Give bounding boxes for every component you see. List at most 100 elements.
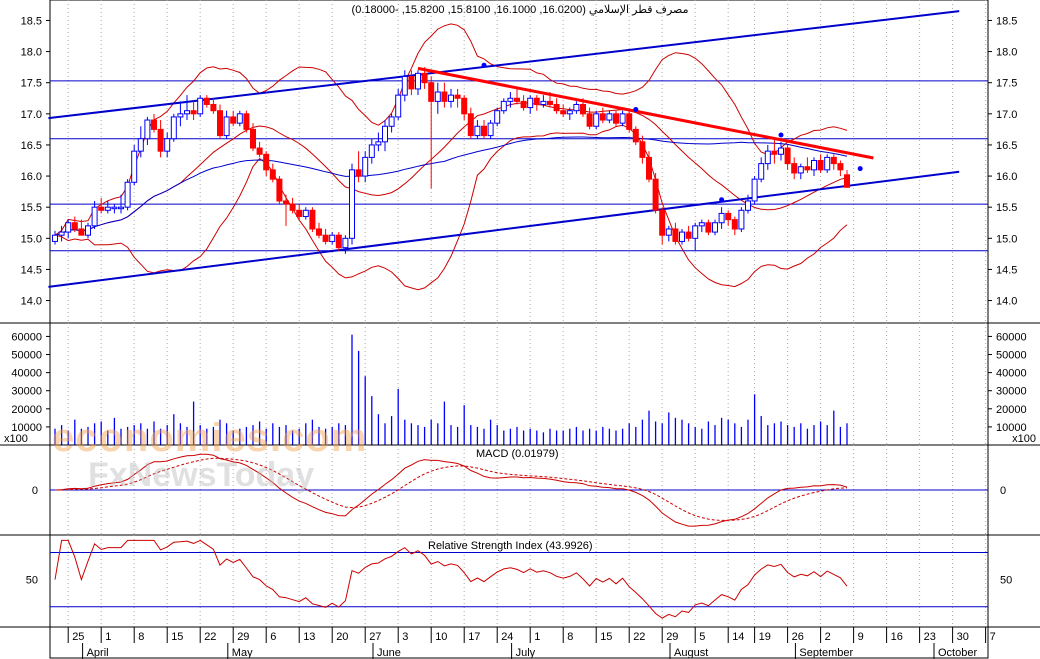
- candle-down: [586, 113, 593, 127]
- candle-up: [401, 75, 408, 96]
- candle-down: [408, 75, 415, 90]
- candle-up: [144, 119, 151, 140]
- candle-up: [375, 141, 382, 146]
- candle-up: [131, 150, 138, 183]
- candle-down: [626, 113, 633, 130]
- y-tick-label-right: 17.0: [996, 109, 1017, 121]
- candle-up: [118, 206, 124, 210]
- candle-down: [157, 128, 164, 152]
- candle-up: [573, 103, 580, 112]
- macd-tick-right: 0: [1000, 485, 1006, 497]
- candle-up: [606, 113, 613, 121]
- watermark-fxnewstoday: FxNewsToday: [88, 456, 315, 494]
- date-tick-label: 22: [633, 631, 645, 643]
- date-tick-label: 7: [990, 631, 996, 643]
- date-tick-label: 22: [204, 631, 216, 643]
- candle-down: [355, 169, 362, 177]
- date-tick-label: 23: [924, 631, 936, 643]
- candle-up: [302, 209, 309, 218]
- date-tick-label: 15: [171, 631, 183, 643]
- month-label: June: [377, 647, 401, 659]
- candle-down: [467, 113, 474, 137]
- candle-down: [533, 97, 540, 105]
- date-tick-label: 14: [732, 631, 744, 643]
- candle-up: [824, 156, 831, 171]
- candle-down: [263, 153, 270, 171]
- candle-down: [78, 228, 85, 236]
- y-tick-label-left: 17.5: [21, 78, 42, 90]
- candle-down: [580, 103, 586, 115]
- signal-marker: [778, 132, 784, 138]
- date-tick-label: 1: [534, 631, 540, 643]
- month-label: July: [516, 647, 536, 659]
- candle-down: [725, 212, 732, 221]
- y-tick-label-right: 16.5: [996, 140, 1017, 152]
- candle-up: [679, 231, 685, 242]
- month-label: September: [799, 647, 853, 659]
- volume-tick-label-left: 30000: [11, 386, 42, 398]
- candle-down: [296, 209, 303, 218]
- candle-down: [804, 166, 811, 171]
- candle-down: [771, 150, 778, 155]
- candle-down: [791, 163, 798, 174]
- macd-title: MACD (0.01979): [474, 448, 561, 460]
- y-tick-label-left: 16.0: [21, 171, 42, 183]
- candle-down: [276, 178, 283, 202]
- candle-down: [98, 206, 105, 211]
- candle-up: [111, 206, 118, 210]
- date-tick-label: 9: [858, 631, 864, 643]
- y-tick-label-right: 15.5: [996, 202, 1017, 214]
- candle-down: [454, 94, 461, 99]
- candle-down: [441, 91, 448, 102]
- candle-down: [243, 113, 250, 130]
- candle-up: [382, 125, 388, 143]
- date-tick-label: 2: [825, 631, 831, 643]
- candle-up: [223, 116, 230, 137]
- date-tick-label: 30: [957, 631, 969, 643]
- month-label: October: [938, 647, 977, 659]
- date-tick-label: 1: [105, 631, 111, 643]
- candle-up: [434, 91, 441, 102]
- candle-up: [698, 222, 705, 227]
- volume-tick-label-left: 50000: [11, 350, 42, 362]
- candle-down: [283, 200, 289, 205]
- volume-unit-label-left: x100: [4, 433, 28, 445]
- candle-up: [566, 110, 573, 115]
- candle-up: [91, 206, 98, 227]
- candle-up: [500, 100, 507, 112]
- candle-down: [309, 209, 316, 230]
- candle-up: [692, 225, 699, 239]
- candle-up: [738, 209, 745, 230]
- date-tick-label: 15: [600, 631, 612, 643]
- candle-down: [731, 219, 738, 230]
- candle-down: [705, 222, 712, 233]
- macd-tick-left: 0: [32, 485, 38, 497]
- date-tick-label: 8: [138, 631, 144, 643]
- candle-up: [593, 113, 600, 127]
- bollinger-lower: [54, 124, 848, 291]
- candle-down: [461, 97, 468, 115]
- candle-down: [203, 97, 210, 105]
- candle-down: [560, 110, 567, 115]
- candle-up: [164, 138, 171, 152]
- y-tick-label-left: 17.0: [21, 109, 42, 121]
- candle-down: [217, 110, 223, 137]
- candle-down: [256, 147, 263, 155]
- candle-down: [210, 103, 217, 112]
- date-tick-label: 24: [501, 631, 513, 643]
- candle-down: [322, 234, 329, 242]
- candle-down: [672, 228, 679, 242]
- candle-up: [797, 166, 804, 174]
- candle-down: [784, 147, 791, 165]
- candle-up: [619, 113, 626, 124]
- signal-marker: [633, 106, 639, 112]
- date-axis: 25 1 8 15 22 29 6 13 20 27 3 10 17 24 1 8 15 22 29 5 14 19 26 2…: [49, 626, 996, 659]
- date-tick-label: 5: [699, 631, 705, 643]
- candle-up: [236, 113, 243, 124]
- candle-down: [547, 100, 553, 105]
- candle-down: [71, 222, 78, 230]
- price-frame: [49, 0, 989, 324]
- candle-down: [151, 119, 157, 130]
- date-tick-label: 26: [792, 631, 804, 643]
- signal-marker: [719, 197, 725, 203]
